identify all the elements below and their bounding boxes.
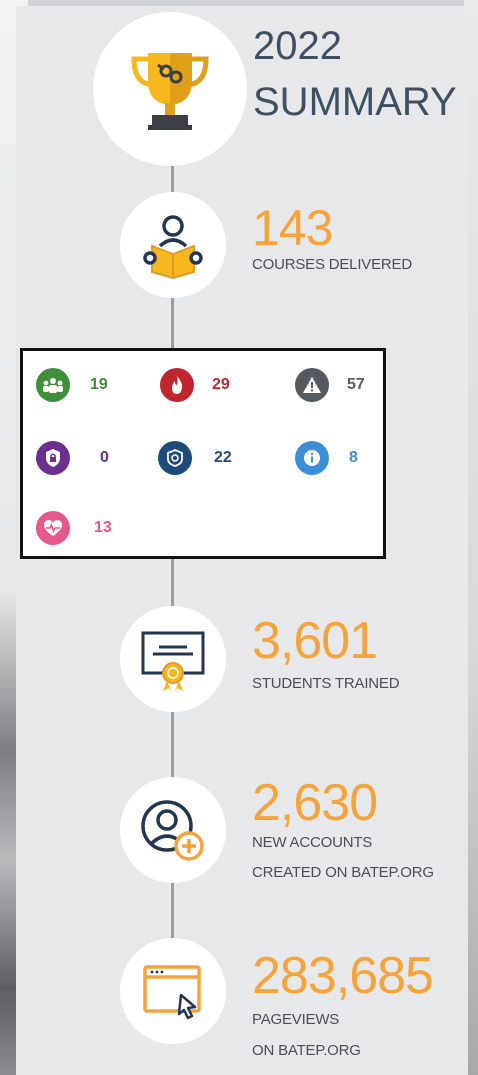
stat-badge: 22: [158, 441, 232, 475]
year-heading: 2022: [253, 24, 342, 68]
reading-icon: [143, 215, 203, 280]
trophy-circle: [93, 12, 247, 166]
summary-heading: SUMMARY: [253, 80, 457, 124]
courses-label: COURSES DELIVERED: [252, 256, 412, 273]
stat-value: 19: [90, 376, 108, 393]
stat-group: 19: [36, 368, 108, 402]
students-count: 3,601: [252, 612, 378, 670]
stat-value: 8: [349, 449, 358, 466]
trophy-icon: [131, 53, 209, 130]
accounts-label-line2: CREATED ON BATEP.ORG: [252, 864, 434, 881]
courses-circle: [120, 192, 226, 298]
pageviews-circle: [120, 938, 226, 1044]
badge-icon: [158, 441, 192, 475]
stat-value: 0: [100, 449, 109, 466]
add-user-icon: [141, 800, 204, 861]
certificate-icon: [141, 631, 205, 693]
warning-icon: [295, 368, 329, 402]
stat-warning: 57: [295, 368, 365, 402]
stat-value: 57: [347, 376, 365, 393]
students-circle: [120, 606, 226, 712]
courses-count: 143: [252, 200, 333, 256]
stat-heart: 13: [36, 511, 112, 545]
stat-value: 29: [212, 376, 230, 393]
students-label: STUDENTS TRAINED: [252, 675, 400, 692]
lock-shield-icon: [36, 441, 70, 475]
category-stats-box: 19 29 57 0 22 8 13: [20, 348, 386, 559]
browser-click-icon: [143, 965, 201, 1020]
stat-info: 8: [295, 441, 358, 475]
accounts-count: 2,630: [252, 774, 378, 832]
group-icon: [36, 368, 70, 402]
pageviews-count: 283,685: [252, 947, 434, 1005]
accounts-label-line1: NEW ACCOUNTS: [252, 834, 373, 851]
stat-value: 13: [94, 519, 112, 536]
info-icon: [295, 441, 329, 475]
accounts-circle: [120, 777, 226, 883]
heart-icon: [36, 511, 70, 545]
pageviews-label-line2: ON BATEP.ORG: [252, 1042, 361, 1059]
fire-icon: [160, 368, 194, 402]
stat-value: 22: [214, 449, 232, 466]
stat-lock-shield: 0: [36, 441, 109, 475]
pageviews-label-line1: PAGEVIEWS: [252, 1011, 340, 1028]
stat-fire: 29: [160, 368, 230, 402]
